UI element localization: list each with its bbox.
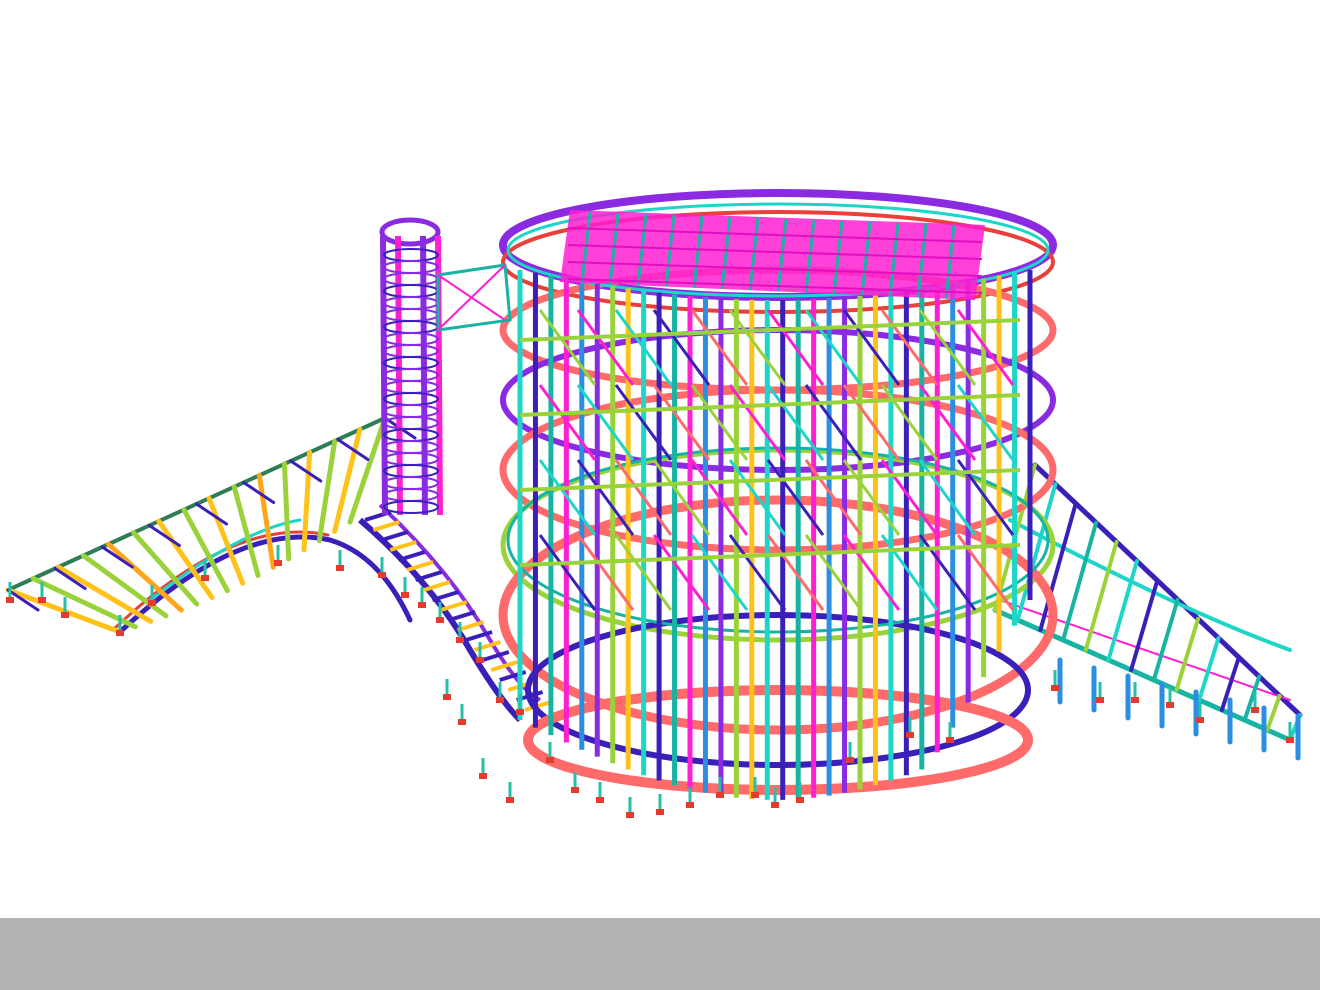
model-viewport[interactable] bbox=[0, 0, 1320, 918]
main-building bbox=[498, 189, 1058, 800]
circular-tower bbox=[379, 217, 512, 516]
right-wing bbox=[992, 462, 1303, 761]
left-wing bbox=[5, 415, 417, 635]
column-bases bbox=[6, 545, 1294, 818]
status-bar bbox=[0, 918, 1320, 990]
structure-model bbox=[5, 189, 1303, 818]
